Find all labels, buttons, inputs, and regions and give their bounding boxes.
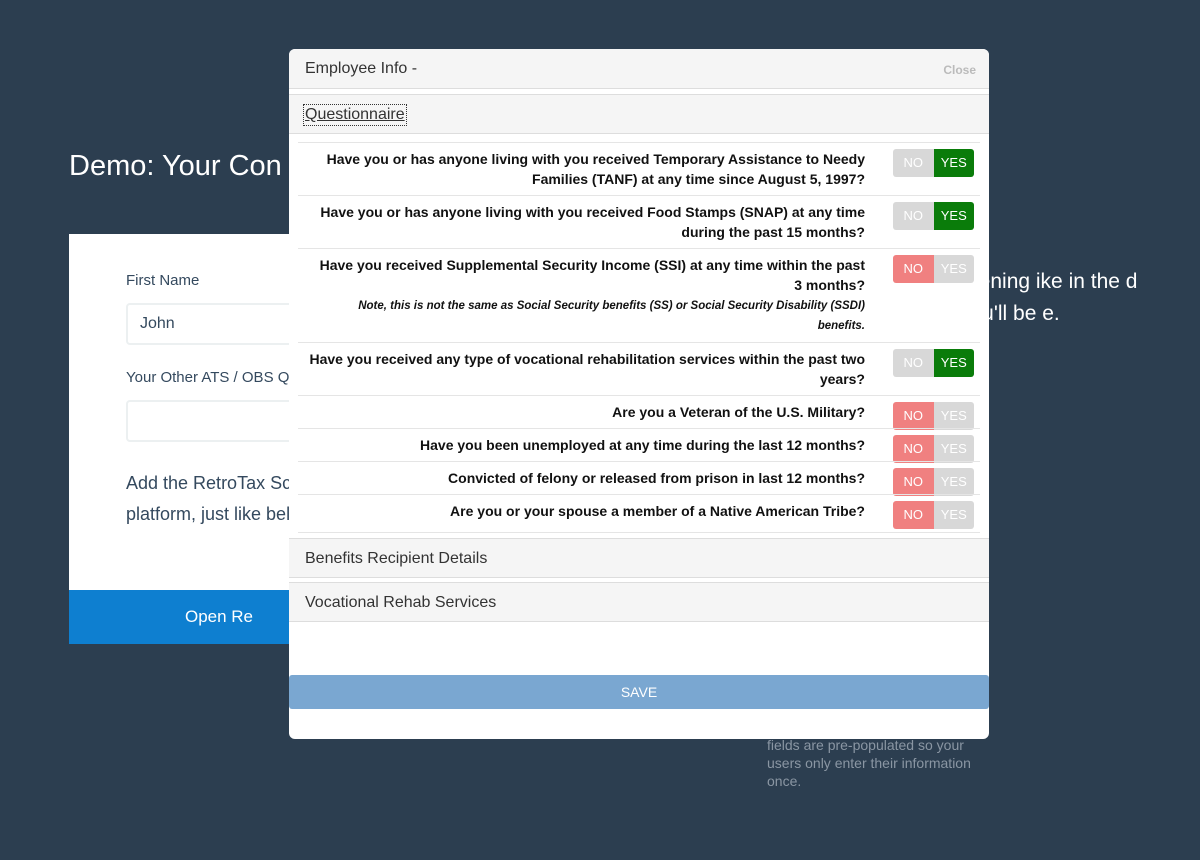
- yes-no-toggle[interactable]: NO YES: [893, 349, 974, 377]
- question-text: Have you or has anyone living with you r…: [326, 151, 865, 187]
- section-benefits[interactable]: Benefits Recipient Details: [289, 538, 989, 578]
- yes-no-toggle[interactable]: NO YES: [893, 501, 974, 529]
- prepopulated-note: fields are pre-populated so your users o…: [767, 737, 971, 789]
- question-text: Are you or your spouse a member of a Nat…: [450, 503, 865, 519]
- yes-no-toggle[interactable]: NO YES: [893, 255, 974, 283]
- toggle-no-option[interactable]: NO: [893, 402, 934, 430]
- toggle-yes-option[interactable]: YES: [933, 255, 974, 283]
- question-text: Have you received any type of vocational…: [309, 351, 866, 387]
- question-row: Have you or has anyone living with you r…: [298, 142, 980, 195]
- question-row: Are you or your spouse a member of a Nat…: [298, 494, 980, 529]
- modal-header: Employee Info - Close: [289, 49, 989, 89]
- employee-info-modal: Employee Info - Close Questionnaire Have…: [289, 49, 989, 739]
- ats-label: Your Other ATS / OBS Q: [126, 369, 290, 386]
- toggle-yes-option[interactable]: YES: [933, 435, 974, 463]
- first-name-label: First Name: [126, 272, 200, 289]
- question-row: Have you received any type of vocational…: [298, 342, 980, 395]
- toggle-no-option[interactable]: NO: [893, 149, 934, 177]
- question-list-end: [298, 527, 980, 533]
- yes-no-toggle[interactable]: NO YES: [893, 202, 974, 230]
- question-row: Have you received Supplemental Security …: [298, 248, 980, 342]
- toggle-yes-option[interactable]: YES: [933, 501, 974, 529]
- toggle-no-option[interactable]: NO: [893, 435, 934, 463]
- yes-no-toggle[interactable]: NO YES: [893, 149, 974, 177]
- section-benefits-label: Benefits Recipient Details: [305, 550, 488, 567]
- question-text: Have you or has anyone living with you r…: [320, 204, 865, 240]
- question-note: Note, this is not the same as Social Sec…: [358, 300, 865, 332]
- yes-no-toggle[interactable]: NO YES: [893, 402, 974, 430]
- right-description: reening ike in the d you'll be e.: [960, 270, 1138, 325]
- question-text: Have you been unemployed at any time dur…: [420, 437, 865, 453]
- question-row: Have you been unemployed at any time dur…: [298, 428, 980, 463]
- section-vocational-label: Vocational Rehab Services: [305, 594, 497, 611]
- toggle-no-option[interactable]: NO: [893, 501, 934, 529]
- yes-no-toggle[interactable]: NO YES: [893, 435, 974, 463]
- question-row: Convicted of felony or released from pri…: [298, 461, 980, 496]
- close-button[interactable]: Close: [943, 63, 976, 77]
- yes-no-toggle[interactable]: NO YES: [893, 468, 974, 496]
- modal-title: Employee Info -: [305, 60, 418, 77]
- question-row: Are you a Veteran of the U.S. Military? N…: [298, 395, 980, 430]
- save-button[interactable]: SAVE: [289, 675, 989, 709]
- question-list: Have you or has anyone living with you r…: [298, 142, 980, 533]
- toggle-yes-option[interactable]: YES: [933, 349, 974, 377]
- toggle-no-option[interactable]: NO: [893, 349, 934, 377]
- toggle-yes-option[interactable]: YES: [933, 402, 974, 430]
- open-button-label: Open Re: [184, 607, 254, 626]
- question-text: Are you a Veteran of the U.S. Military?: [612, 404, 865, 420]
- section-questionnaire[interactable]: Questionnaire: [289, 94, 989, 134]
- toggle-no-option[interactable]: NO: [893, 255, 934, 283]
- section-questionnaire-label[interactable]: Questionnaire: [303, 104, 407, 126]
- toggle-yes-option[interactable]: YES: [933, 149, 974, 177]
- toggle-yes-option[interactable]: YES: [933, 202, 974, 230]
- toggle-no-option[interactable]: NO: [893, 202, 934, 230]
- toggle-yes-option[interactable]: YES: [933, 468, 974, 496]
- question-text: Convicted of felony or released from pri…: [448, 470, 865, 486]
- question-text: Have you received Supplemental Security …: [319, 257, 865, 293]
- page-title: Demo: Your Con: [69, 150, 282, 182]
- section-vocational[interactable]: Vocational Rehab Services: [289, 582, 989, 622]
- question-row: Have you or has anyone living with you r…: [298, 195, 980, 248]
- toggle-no-option[interactable]: NO: [893, 468, 934, 496]
